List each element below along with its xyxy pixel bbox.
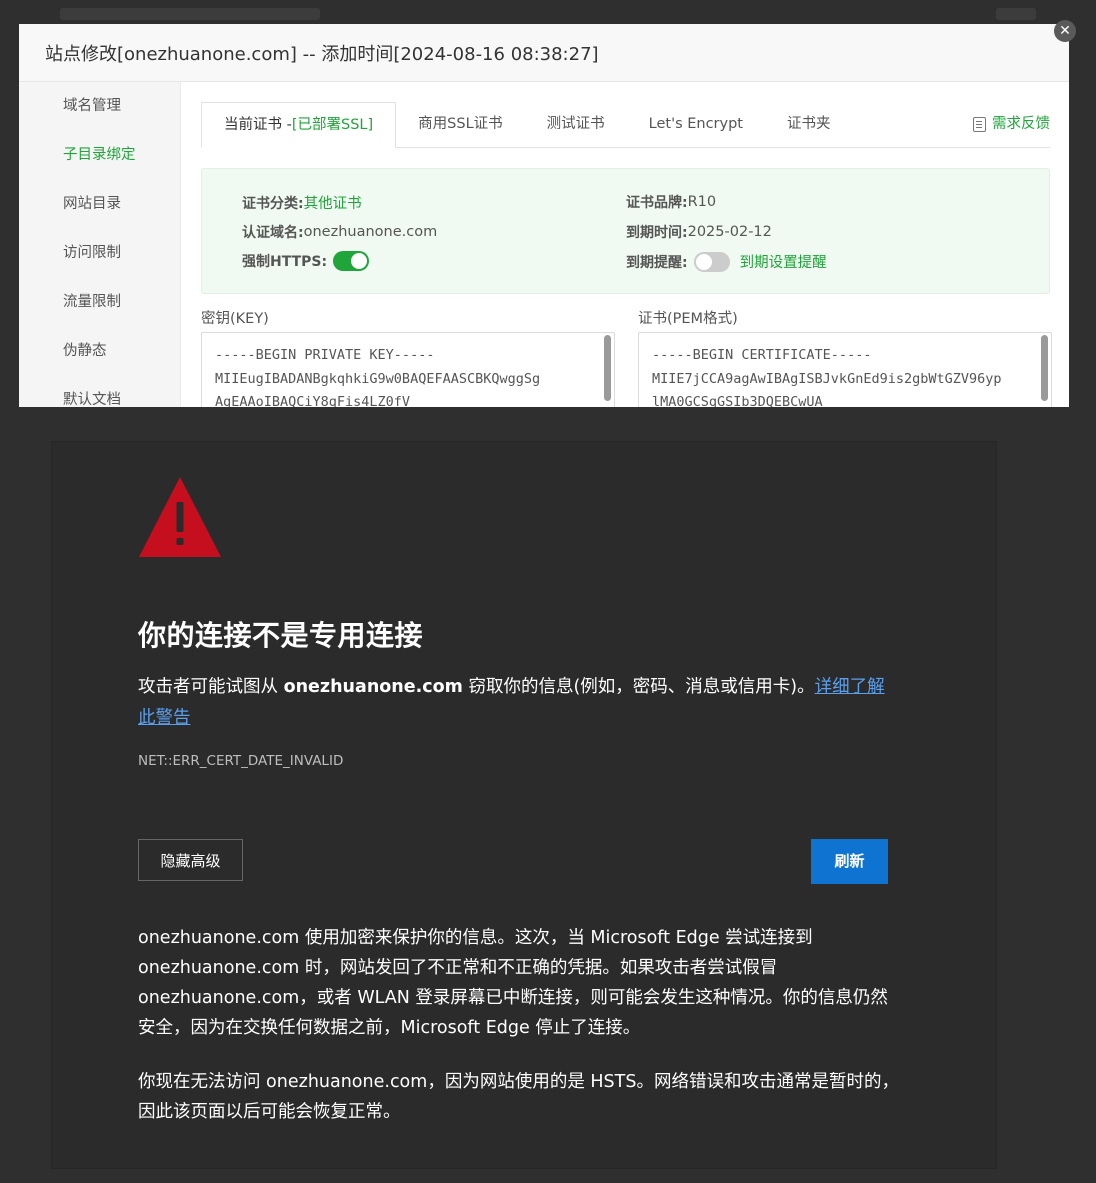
sidebar-item-traffic-limit[interactable]: 流量限制 (19, 278, 180, 327)
key-line: -----BEGIN PRIVATE KEY----- (215, 347, 435, 363)
cert-brand-label: 证书品牌: (626, 195, 688, 211)
toggle-knob (351, 253, 368, 269)
key-scrollbar[interactable] (604, 335, 611, 401)
expiry-reminder: 到期提醒: 到期设置提醒 (626, 251, 827, 272)
tab-lets-encrypt[interactable]: Let's Encrypt (627, 102, 765, 146)
cert-expiry-value: 2025-02-12 (687, 224, 772, 240)
close-icon[interactable]: ✕ (1054, 20, 1076, 42)
certificate-pem-textarea[interactable]: -----BEGIN CERTIFICATE----- MIIE7jCCA9ag… (638, 332, 1052, 407)
force-https-label: 强制HTTPS: (242, 254, 328, 270)
cert-domain-label: 认证域名: (242, 225, 304, 241)
desc-prefix: 攻击者可能试图从 (138, 677, 284, 697)
cert-expiry-label: 到期时间: (626, 225, 688, 241)
tab-cert-folder[interactable]: 证书夹 (765, 102, 853, 146)
cert-domain: 认证域名: onezhuanone.com (242, 222, 437, 242)
error-title: 你的连接不是专用连接 (138, 619, 424, 652)
feedback-label: 需求反馈 (992, 116, 1050, 132)
modal-title: 站点修改[onezhuanone.com] -- 添加时间[2024-08-16… (45, 43, 599, 65)
background-content (996, 8, 1036, 20)
advanced-paragraph-2: 你现在无法访问 onezhuanone.com，因为网站使用的是 HSTS。网络… (138, 1072, 899, 1122)
cert-category-value: 其他证书 (303, 196, 362, 212)
sidebar-item-rewrite[interactable]: 伪静态 (19, 327, 180, 376)
feedback-link[interactable]: 需求反馈 (973, 102, 1050, 146)
tab-current-label: 当前证书 - (224, 117, 292, 133)
cert-expiry: 到期时间: 2025-02-12 (626, 222, 772, 242)
error-description: 攻击者可能试图从 onezhuanone.com 窃取你的信息(例如，密码、消息… (138, 672, 898, 734)
sidebar-item-site-dir[interactable]: 网站目录 (19, 180, 180, 229)
force-https: 强制HTTPS: (242, 251, 370, 271)
modal-header: 站点修改[onezhuanone.com] -- 添加时间[2024-08-16… (19, 24, 1069, 82)
expiry-reminder-label: 到期提醒: (626, 254, 688, 271)
sidebar-item-domain[interactable]: 域名管理 (19, 82, 180, 131)
expiry-reminder-toggle[interactable] (693, 251, 730, 272)
tab-commercial-ssl[interactable]: 商用SSL证书 (396, 102, 525, 146)
private-key-textarea[interactable]: -----BEGIN PRIVATE KEY----- MIIEugIBADAN… (201, 332, 615, 407)
refresh-button[interactable]: 刷新 (811, 839, 888, 884)
key-line: AgEAAoIBAQCiY8qFis4LZ0fV (215, 394, 411, 407)
ssl-status: [已部署SSL] (291, 117, 374, 133)
ssl-panel: 当前证书 -[已部署SSL] 商用SSL证书 测试证书 Let's Encryp… (201, 82, 1052, 407)
pem-line: MIIE7jCCA9agAwIBAgISBJvkGnEd9is2gbWtGZV9… (652, 371, 1002, 387)
force-https-toggle[interactable] (333, 251, 370, 271)
modal-sidebar: 域名管理 子目录绑定 网站目录 访问限制 流量限制 伪静态 默认文档 (19, 82, 181, 407)
cert-brand: 证书品牌: R10 (626, 192, 716, 212)
desc-suffix: 窃取你的信息(例如，密码、消息或信用卡)。 (462, 677, 815, 697)
pem-scrollbar[interactable] (1041, 335, 1048, 401)
cert-category: 证书分类: 其他证书 (242, 192, 362, 213)
reminder-settings-link[interactable]: 到期设置提醒 (740, 251, 827, 272)
sidebar-item-access-limit[interactable]: 访问限制 (19, 229, 180, 278)
cert-brand-value: R10 (687, 194, 717, 210)
sidebar-item-default-doc[interactable]: 默认文档 (19, 376, 180, 407)
ssl-tabs: 当前证书 -[已部署SSL] 商用SSL证书 测试证书 Let's Encryp… (201, 102, 1050, 148)
background-content (60, 8, 320, 20)
hide-advanced-button[interactable]: 隐藏高级 (138, 839, 243, 881)
pem-line: -----BEGIN CERTIFICATE----- (652, 347, 872, 363)
feedback-icon (973, 116, 986, 132)
tab-test-cert[interactable]: 测试证书 (525, 102, 627, 146)
key-label: 密钥(KEY) (201, 311, 269, 327)
pem-label: 证书(PEM格式) (638, 311, 738, 327)
advanced-paragraph-1: onezhuanone.com 使用加密来保护你的信息。这次，当 Microso… (138, 928, 888, 1038)
cert-domain-value: onezhuanone.com (303, 224, 438, 240)
modal-body: 域名管理 子目录绑定 网站目录 访问限制 流量限制 伪静态 默认文档 当前证书 … (19, 82, 1069, 407)
cert-info-box: 证书分类: 其他证书 证书品牌: R10 认证域名: onezhuanone.c… (201, 168, 1050, 294)
key-line: MIIEugIBADANBgkqhkiG9w0BAQEFAASCBKQwggSg (215, 371, 541, 387)
warning-triangle-icon (139, 477, 221, 557)
tab-current-cert[interactable]: 当前证书 -[已部署SSL] (201, 102, 397, 148)
desc-domain: onezhuanone.com (283, 677, 463, 697)
pem-line: lMA0GCSqGSIb3DQEBCwUA (652, 394, 823, 407)
error-code: NET::ERR_CERT_DATE_INVALID (138, 753, 344, 769)
toggle-knob (695, 253, 712, 270)
sidebar-item-subdir[interactable]: 子目录绑定 (19, 131, 180, 180)
cert-category-label: 证书分类: (242, 195, 304, 212)
site-edit-modal: 站点修改[onezhuanone.com] -- 添加时间[2024-08-16… (19, 24, 1069, 407)
background-page (0, 0, 1096, 24)
connection-error-page: 你的连接不是专用连接 攻击者可能试图从 onezhuanone.com 窃取你的… (52, 442, 996, 1168)
